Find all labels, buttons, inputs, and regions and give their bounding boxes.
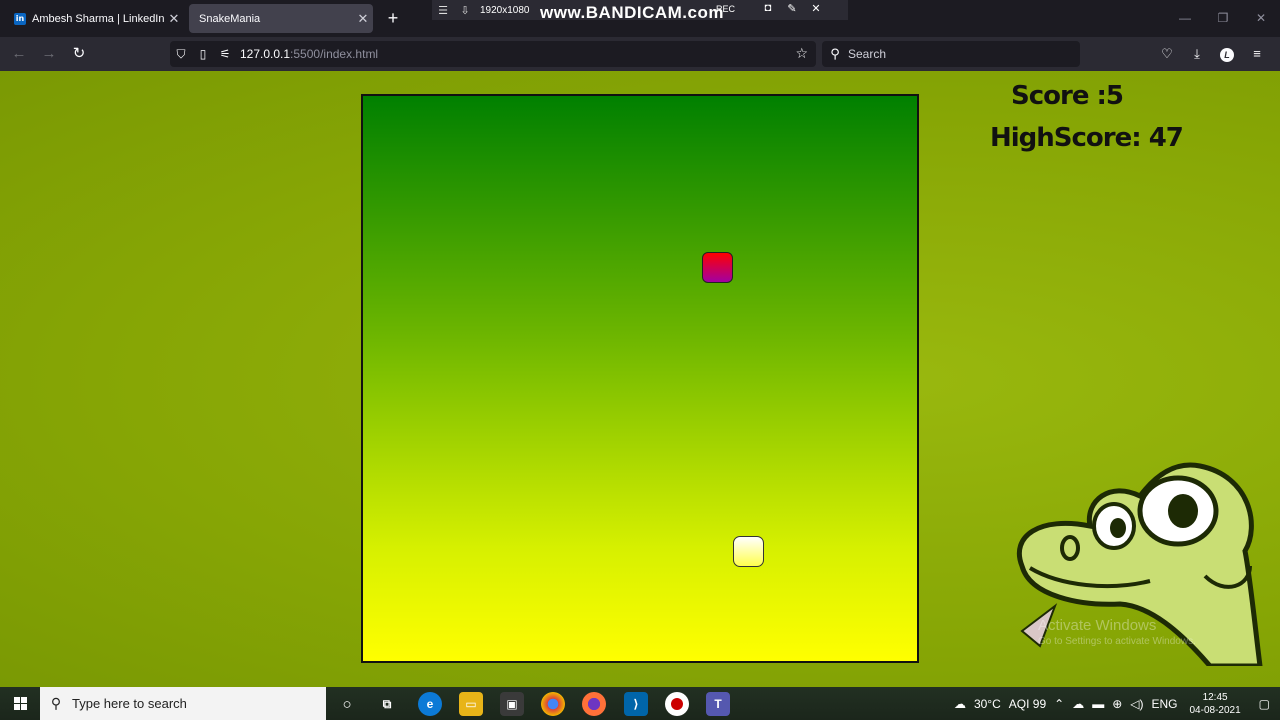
recorder-resolution: 1920x1080	[480, 4, 530, 16]
permissions-icon[interactable]: ⚟	[214, 47, 236, 61]
page-icon[interactable]: ▯	[192, 47, 214, 61]
task-view-icon[interactable]: ⧉	[375, 692, 399, 716]
watermark-title: Activate Windows	[1038, 617, 1157, 634]
linkedin-icon: in	[14, 12, 26, 25]
activate-windows-watermark: Activate Windows Go to Settings to activ…	[1038, 617, 1196, 647]
language-indicator[interactable]: ENG	[1147, 697, 1181, 711]
chrome-icon[interactable]	[541, 692, 565, 716]
reload-icon[interactable]: ↻	[68, 43, 90, 65]
download-icon[interactable]: ⤓	[1182, 43, 1212, 65]
back-arrow-icon[interactable]: ←	[8, 43, 30, 65]
chevron-up-icon[interactable]: ⌃	[1050, 697, 1068, 711]
edge-icon[interactable]: e	[418, 692, 442, 716]
browser-navbar: ← → ↻ ⛉ ▯ ⚟ 127.0.0.1:5500/index.html ☆ …	[0, 37, 1280, 71]
toolbar-right: ♡ ⤓ L ≡	[1152, 43, 1272, 65]
close-icon[interactable]: ✕	[804, 2, 828, 15]
close-icon[interactable]: ✕	[164, 11, 184, 27]
close-window-icon[interactable]: ✕	[1242, 0, 1280, 37]
clock-date: 04-08-2021	[1189, 704, 1241, 716]
close-icon[interactable]: ✕	[353, 11, 373, 27]
pin-icon[interactable]: ⇩	[454, 4, 476, 17]
bandicam-record-icon[interactable]	[665, 692, 689, 716]
tab-snakemania[interactable]: SnakeMania ✕	[189, 4, 373, 33]
pocket-icon[interactable]: ♡	[1152, 43, 1182, 65]
aqi-label[interactable]: AQI 99	[1005, 697, 1050, 711]
volume-icon[interactable]: ◁)	[1126, 697, 1147, 711]
file-explorer-icon[interactable]: ▭	[459, 692, 483, 716]
taskbar-search-placeholder: Type here to search	[72, 696, 187, 711]
shield-icon[interactable]: ⛉	[170, 47, 192, 62]
menu-icon[interactable]: ☰	[432, 4, 454, 17]
new-tab-button[interactable]: +	[383, 8, 403, 28]
minimize-icon[interactable]: —	[1166, 0, 1204, 37]
search-icon: ⚲	[50, 695, 62, 711]
windows-logo-icon	[13, 697, 27, 710]
recorder-overlay: ☰ ⇩ 1920x1080 www.BANDICAM.com REC ◘ ✎ ✕	[432, 0, 848, 22]
avatar: L	[1220, 48, 1234, 62]
game-board[interactable]	[361, 94, 919, 663]
hamburger-menu-icon[interactable]: ≡	[1242, 43, 1272, 65]
camera-icon[interactable]: ◘	[756, 2, 780, 15]
tab-title: Ambesh Sharma | LinkedIn	[32, 12, 164, 25]
url-path: :5500/index.html	[290, 47, 379, 61]
search-input[interactable]: ⚲ Search	[822, 41, 1080, 67]
windows-taskbar: ⚲ Type here to search ○ ⧉ e ▭ ▣ ⟩ T ☁ 30…	[0, 687, 1280, 720]
search-icon: ⚲	[830, 46, 840, 61]
page-viewport: Score :5 HighScore: 47 Activate Windows …	[0, 71, 1280, 687]
network-icon[interactable]: ⊕	[1108, 697, 1126, 711]
weather-icon[interactable]: ☁	[950, 697, 970, 711]
forward-arrow-icon[interactable]: →	[38, 43, 60, 65]
clock[interactable]: 12:45 04-08-2021	[1182, 691, 1249, 717]
system-tray: ☁ 30°C AQI 99 ⌃ ☁ ▬ ⊕ ◁) ENG 12:45 04-08…	[950, 687, 1280, 720]
teams-icon[interactable]: T	[706, 692, 730, 716]
vscode-icon[interactable]: ⟩	[624, 692, 648, 716]
url-bar[interactable]: ⛉ ▯ ⚟ 127.0.0.1:5500/index.html ☆	[170, 41, 816, 67]
account-button[interactable]: L	[1212, 43, 1242, 65]
tab-title: SnakeMania	[199, 12, 261, 25]
clock-time: 12:45	[1202, 691, 1228, 703]
score-display: Score :5	[1011, 81, 1124, 111]
watermark-subtitle: Go to Settings to activate Windows.	[1038, 636, 1196, 647]
recorder-tools: ◘ ✎ ✕	[756, 2, 828, 15]
highscore-display: HighScore: 47	[990, 123, 1184, 153]
restore-icon[interactable]: ❐	[1204, 0, 1242, 37]
start-button[interactable]	[0, 687, 40, 720]
recorder-rec-label: REC	[716, 4, 736, 14]
url-host: 127.0.0.1	[240, 47, 291, 61]
recorder-brand: www.BANDICAM.com	[540, 3, 724, 22]
snake-head	[733, 536, 764, 567]
cortana-icon[interactable]: ○	[335, 692, 359, 716]
store-icon[interactable]: ▣	[500, 692, 524, 716]
notifications-icon[interactable]: ▢	[1249, 697, 1280, 711]
taskbar-search-input[interactable]: ⚲ Type here to search	[40, 687, 326, 720]
window-controls: — ❐ ✕	[1166, 0, 1280, 37]
bookmark-star-icon[interactable]: ☆	[795, 45, 808, 62]
firefox-icon[interactable]	[582, 692, 606, 716]
tab-linkedin[interactable]: in Ambesh Sharma | LinkedIn ✕	[4, 4, 184, 33]
pencil-icon[interactable]: ✎	[780, 2, 804, 15]
weather-temp[interactable]: 30°C	[970, 697, 1005, 711]
search-placeholder: Search	[848, 47, 887, 61]
battery-icon[interactable]: ▬	[1088, 697, 1108, 711]
snake-food	[702, 252, 733, 283]
onedrive-icon[interactable]: ☁	[1068, 697, 1088, 711]
